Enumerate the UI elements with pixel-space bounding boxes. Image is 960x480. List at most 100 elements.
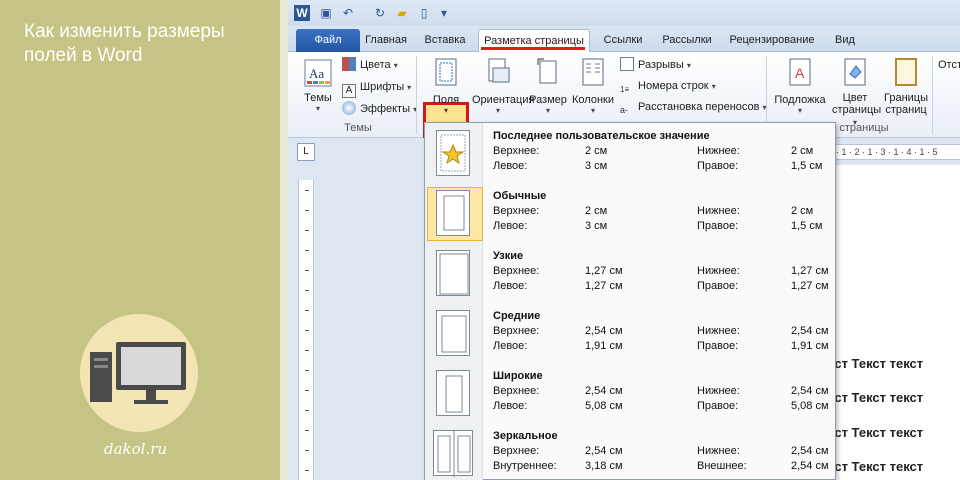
colors-button[interactable]: Цвета ▾ <box>342 56 398 74</box>
bottom-value: 1,27 см <box>791 265 829 277</box>
site-name: dakol.ru <box>104 440 168 458</box>
new-document-icon[interactable]: ▯ <box>416 5 432 21</box>
left-label: Левое: <box>493 400 528 412</box>
margin-preset-last-custom[interactable]: Последнее пользовательское значение Верх… <box>425 127 835 187</box>
breaks-label: Разрывы <box>638 59 684 71</box>
word-app-icon[interactable]: W <box>294 5 310 21</box>
columns-button[interactable]: Колонки ▾ <box>570 58 616 115</box>
size-button[interactable]: Размер ▾ <box>528 58 568 115</box>
document-text-line[interactable]: кст Текст текст <box>828 459 923 474</box>
margin-preset-wide[interactable]: Широкие Верхнее: 2,54 см Нижнее: 2,54 см… <box>425 367 835 427</box>
margin-preset-narrow[interactable]: Узкие Верхнее: 1,27 см Нижнее: 1,27 см Л… <box>425 247 835 307</box>
page-normal-icon <box>436 190 470 236</box>
fonts-button[interactable]: A Шрифты ▾ <box>342 78 411 98</box>
tab-insert[interactable]: Вставка <box>422 29 468 52</box>
tab-home[interactable]: Главная <box>362 29 410 52</box>
computer-icon <box>90 342 186 404</box>
chevron-down-icon: ▾ <box>686 61 691 70</box>
quick-access-toolbar: W ▣ ↶ ↻ ▰ ▯ ▾ <box>288 0 960 26</box>
top-value: 2,54 см <box>585 385 623 397</box>
fonts-label: Шрифты <box>360 81 405 93</box>
document-text-line[interactable]: кст Текст текст <box>828 390 923 405</box>
top-label: Верхнее: <box>493 385 540 397</box>
right-label: Правое: <box>697 220 739 232</box>
right-value: 1,27 см <box>791 280 829 292</box>
left-value: 3 см <box>585 160 608 172</box>
page-mirrored-icon <box>433 430 473 477</box>
hyphenation-button[interactable]: a- Расстановка переносов ▾ <box>620 98 767 116</box>
redo-icon[interactable]: ↻ <box>372 5 388 21</box>
top-value: 1,27 см <box>585 265 623 277</box>
watermark-button[interactable]: A Подложка ▾ <box>772 58 828 115</box>
undo-icon[interactable]: ↶ <box>340 5 356 21</box>
vertical-ruler[interactable] <box>298 180 314 480</box>
tab-file[interactable]: Файл <box>296 29 360 52</box>
effects-icon <box>342 101 356 115</box>
left-value: 1,27 см <box>585 280 623 292</box>
promo-panel: Как изменить размеры полей в Word dakol.… <box>0 0 280 480</box>
tab-references[interactable]: Ссылки <box>600 29 646 52</box>
tab-selector[interactable]: L <box>297 143 315 161</box>
right-label: Правое: <box>697 280 739 292</box>
preset-name: Узкие <box>493 250 524 262</box>
top-label: Верхнее: <box>493 265 540 277</box>
columns-label: Колонки <box>572 94 614 106</box>
bottom-label: Нижнее: <box>697 265 740 277</box>
left-label: Левое: <box>493 340 528 352</box>
margin-preset-normal[interactable]: Обычные Верхнее: 2 см Нижнее: 2 см Левое… <box>425 187 835 247</box>
page-borders-button[interactable]: Границы страниц <box>882 58 930 116</box>
tab-view[interactable]: Вид <box>828 29 862 52</box>
document-text-line[interactable]: кст Текст текст <box>828 425 923 440</box>
right-label: Правое: <box>697 340 739 352</box>
tab-review[interactable]: Рецензирование <box>726 29 818 52</box>
left-value: 1,91 см <box>585 340 623 352</box>
orientation-button[interactable]: Ориентация ▾ <box>472 58 534 115</box>
chevron-down-icon: ▾ <box>590 106 595 115</box>
line-numbers-icon: 1≡ <box>620 85 630 94</box>
horizontal-ruler[interactable]: · 1 · 2 · 1 · 3 · 1 · 4 · 1 · 5 <box>836 144 960 160</box>
preset-name: Широкие <box>493 370 543 382</box>
left-label: Левое: <box>493 160 528 172</box>
bottom-value: 2,54 см <box>791 445 829 457</box>
right-value: 1,5 см <box>791 160 823 172</box>
bottom-label: Нижнее: <box>697 145 740 157</box>
page-background-group-label: страницы <box>839 122 889 134</box>
watermark-icon: A <box>789 58 811 86</box>
top-label: Верхнее: <box>493 145 540 157</box>
word-window: W ▣ ↶ ↻ ▰ ▯ ▾ Файл Главная Вставка Разме… <box>288 0 960 480</box>
themes-button[interactable]: Aa Темы ▾ <box>298 58 338 113</box>
right-value: 5,08 см <box>791 400 829 412</box>
star-icon <box>436 130 470 176</box>
preset-name: Зеркальное <box>493 430 558 442</box>
svg-text:A: A <box>795 65 805 81</box>
margins-button[interactable]: Поля ▾ <box>424 58 468 115</box>
orientation-icon <box>488 58 510 83</box>
margin-preset-moderate[interactable]: Средние Верхнее: 2,54 см Нижнее: 2,54 см… <box>425 307 835 367</box>
bottom-label: Нижнее: <box>697 325 740 337</box>
chevron-down-icon: ▾ <box>393 61 398 70</box>
effects-button[interactable]: Эффекты ▾ <box>342 100 417 118</box>
chevron-down-icon: ▾ <box>443 106 448 115</box>
bottom-value: 2 см <box>791 205 814 217</box>
breaks-button[interactable]: Разрывы ▾ <box>620 56 691 74</box>
right-value: 1,5 см <box>791 220 823 232</box>
margin-preset-mirrored[interactable]: Зеркальное Верхнее: 2,54 см Нижнее: 2,54… <box>425 427 835 480</box>
line-numbers-button[interactable]: 1≡ Номера строк ▾ <box>620 77 716 95</box>
outside-label: Внешнее: <box>697 460 747 472</box>
indent-label: Отст <box>938 59 960 71</box>
tab-mailings[interactable]: Рассылки <box>658 29 716 52</box>
top-value: 2 см <box>585 145 608 157</box>
divider <box>280 0 288 480</box>
bottom-label: Нижнее: <box>697 385 740 397</box>
document-text-line[interactable]: кст Текст текст <box>828 356 923 371</box>
page-color-button[interactable]: Цвет страницы ▾ <box>832 58 881 128</box>
hyphenation-icon: a- <box>620 105 629 115</box>
save-icon[interactable]: ▣ <box>318 5 334 21</box>
computer-logo <box>80 314 198 432</box>
customize-toolbar-icon[interactable]: ▾ <box>436 5 452 21</box>
page-wide-icon <box>436 370 470 416</box>
tab-highlight-underline <box>481 47 585 50</box>
left-label: Левое: <box>493 280 528 292</box>
fonts-icon: A <box>342 84 356 98</box>
open-folder-icon[interactable]: ▰ <box>394 5 410 21</box>
